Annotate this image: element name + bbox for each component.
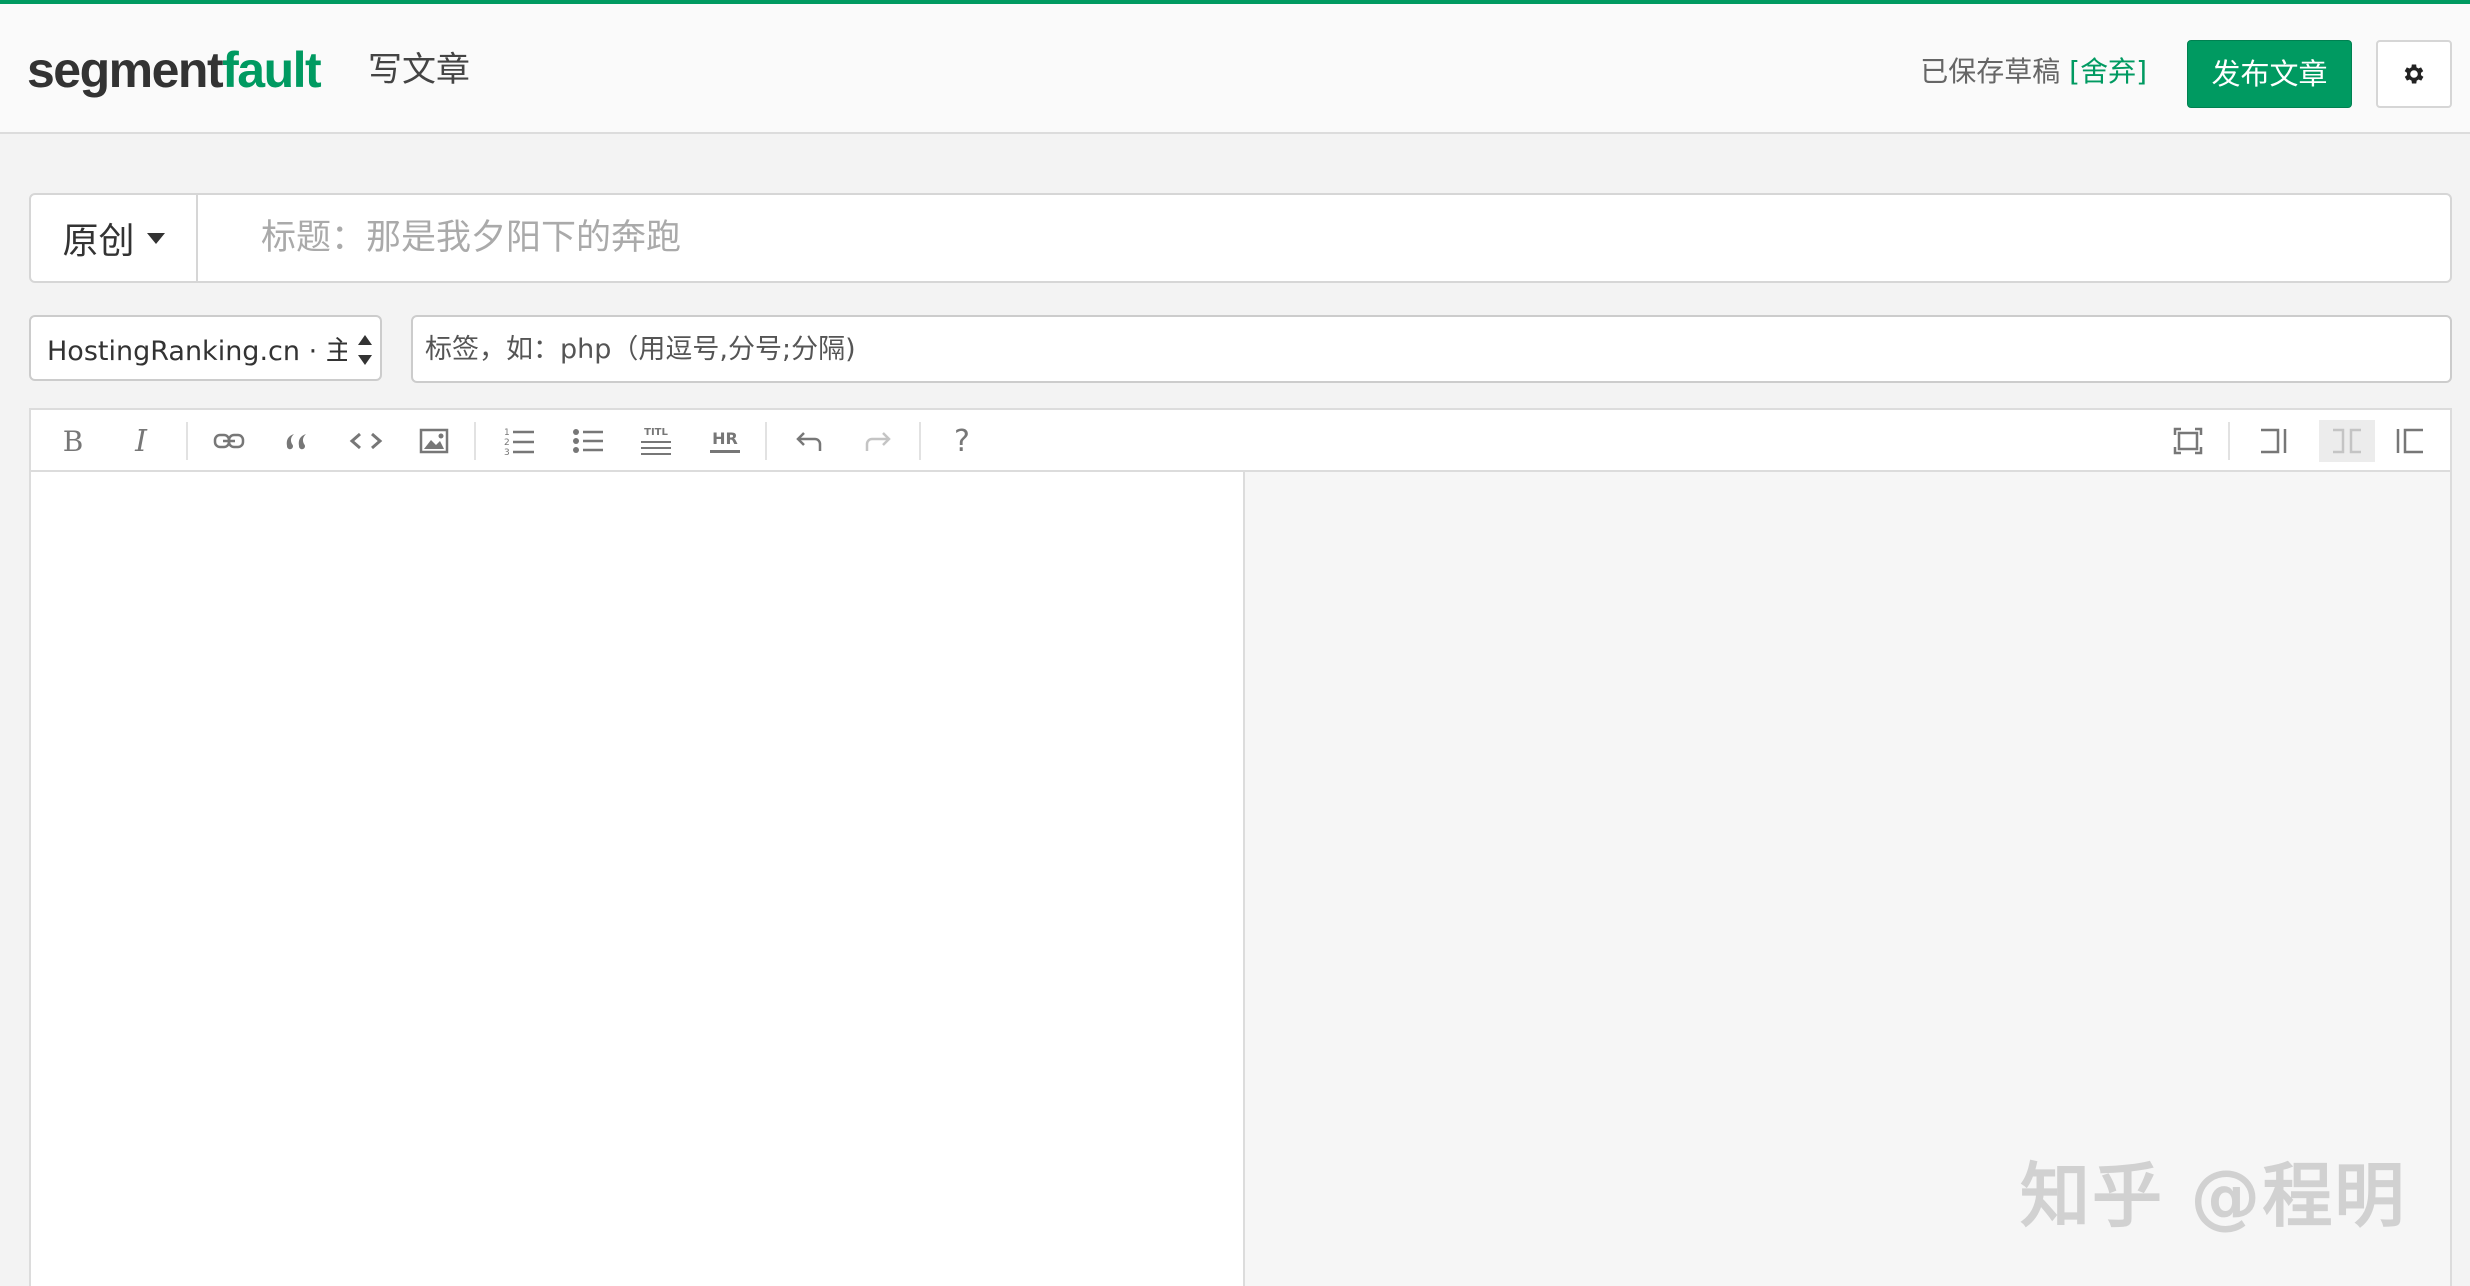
hr-button[interactable]: HR xyxy=(703,420,747,462)
column-select[interactable]: HostingRanking.cn · 主机 xyxy=(29,315,382,381)
hr-icon-text: HR xyxy=(712,428,738,448)
redo-button[interactable] xyxy=(856,420,900,462)
article-type-label: 原创 xyxy=(62,221,135,262)
svg-text:3: 3 xyxy=(504,448,510,456)
undo-button[interactable] xyxy=(787,420,831,462)
bold-icon: B xyxy=(62,424,84,458)
fullscreen-icon xyxy=(2173,427,2203,455)
markdown-input-pane[interactable] xyxy=(31,472,1243,1286)
image-button[interactable] xyxy=(412,420,456,462)
preview-only-icon xyxy=(2396,428,2423,454)
column-selected-value: HostingRanking.cn · 主机 xyxy=(47,335,347,367)
heading-button[interactable]: TITL xyxy=(634,420,678,462)
heading-icon: TITL xyxy=(641,427,671,455)
quote-icon xyxy=(286,434,306,450)
italic-button[interactable]: I xyxy=(119,420,163,462)
code-icon xyxy=(349,432,383,450)
caret-down-icon xyxy=(146,232,165,244)
italic-icon: I xyxy=(135,423,147,459)
settings-button[interactable] xyxy=(2376,40,2452,108)
gear-icon xyxy=(2404,64,2424,84)
undo-icon xyxy=(796,432,822,451)
logo-text-fault: fault xyxy=(222,42,322,98)
unordered-list-icon xyxy=(573,429,603,453)
zhihu-watermark: 知乎 @程明 xyxy=(2020,1155,2407,1237)
title-row: 原创 xyxy=(29,193,2452,283)
ordered-list-button[interactable]: 1 2 3 xyxy=(497,420,541,462)
image-icon xyxy=(419,428,449,454)
split-view-icon xyxy=(2333,428,2361,454)
article-type-dropdown[interactable]: 原创 xyxy=(31,195,198,281)
help-button[interactable]: ? xyxy=(940,420,984,462)
page-title: 写文章 xyxy=(368,50,470,90)
link-icon xyxy=(213,433,245,449)
title-input[interactable] xyxy=(199,195,2450,281)
heading-icon-text: TITL xyxy=(644,427,668,438)
tags-input[interactable] xyxy=(411,315,2452,383)
edit-only-mode-button[interactable] xyxy=(2251,420,2295,462)
quote-button[interactable] xyxy=(275,420,319,462)
top-header: segmentfault 写文章 已保存草稿 [舍弃] 发布文章 xyxy=(0,0,2470,134)
unordered-list-button[interactable] xyxy=(566,420,610,462)
discard-draft-link[interactable]: [舍弃] xyxy=(2069,55,2147,88)
svg-text:2: 2 xyxy=(504,438,510,448)
logo-text-segment: segment xyxy=(27,42,224,98)
link-button[interactable] xyxy=(207,420,251,462)
publish-article-button[interactable]: 发布文章 xyxy=(2187,40,2352,108)
preview-only-mode-button[interactable] xyxy=(2388,420,2432,462)
ordered-list-icon: 1 2 3 xyxy=(504,428,534,456)
editor-toolbar: B I 1 2 3 TITL HR ? xyxy=(31,410,2450,472)
fullscreen-button[interactable] xyxy=(2166,420,2210,462)
code-button[interactable] xyxy=(344,420,388,462)
draft-status: 已保存草稿 [舍弃] xyxy=(1920,48,2147,96)
segmentfault-logo[interactable]: segmentfault xyxy=(27,34,322,106)
draft-saved-text: 已保存草稿 xyxy=(1920,55,2061,88)
edit-only-icon xyxy=(2261,428,2287,454)
bold-button[interactable]: B xyxy=(51,420,95,462)
select-arrows-icon xyxy=(358,335,372,365)
svg-text:1: 1 xyxy=(504,428,510,438)
help-icon: ? xyxy=(954,423,970,459)
hr-icon: HR xyxy=(710,428,740,453)
split-view-mode-button[interactable] xyxy=(2319,420,2375,462)
redo-icon xyxy=(865,432,891,451)
